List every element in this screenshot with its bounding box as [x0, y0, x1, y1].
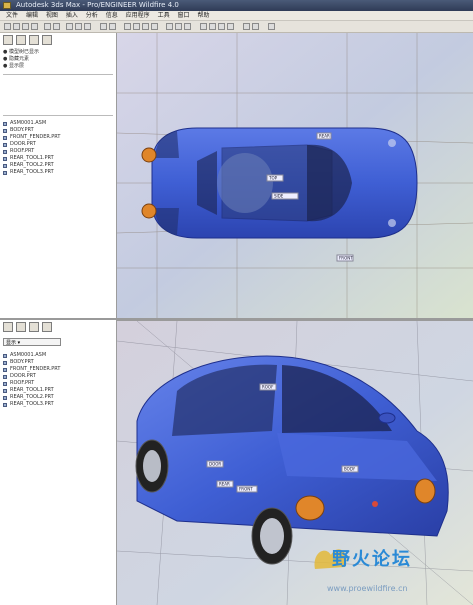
iso-view-canvas: ROOF BODY DOOR FRONT REAR 野火论坛 www.proew…	[117, 321, 473, 605]
folder-browser-tab-icon[interactable]	[16, 35, 26, 45]
tree-item[interactable]: DOOR.PRT	[0, 141, 116, 148]
menu-view[interactable]: 视图	[46, 11, 58, 20]
tree-item[interactable]: FRONT_FENDER.PRT	[0, 134, 116, 141]
csys-icon[interactable]	[227, 23, 234, 30]
hidden-line-icon[interactable]	[175, 23, 182, 30]
redo-icon[interactable]	[53, 23, 60, 30]
menu-tools[interactable]: 工具	[158, 11, 170, 20]
paste-icon[interactable]	[84, 23, 91, 30]
model-tree-tab-icon[interactable]	[3, 322, 13, 332]
undo-icon[interactable]	[44, 23, 51, 30]
tree-item[interactable]: FRONT_FENDER.PRT	[0, 366, 116, 373]
datum-label: DOOR	[209, 462, 221, 467]
datum-label: BODY	[344, 467, 356, 472]
layer-icon[interactable]	[243, 23, 250, 30]
navigator-tabs	[0, 320, 116, 336]
model-tree-panel-bottom: 显示 ▾ ASM0001.ASM BODY.PRT FRONT_FENDER.P…	[0, 320, 117, 605]
view-manager-icon[interactable]	[252, 23, 259, 30]
menu-info[interactable]: 信息	[106, 11, 118, 20]
datum-label: REAR	[219, 482, 230, 487]
tree-item-assembly[interactable]: ASM0001.ASM	[0, 120, 116, 127]
main-toolbar	[0, 21, 473, 33]
tree-item[interactable]: REAR_TOOL3.PRT	[0, 169, 116, 176]
menu-help[interactable]: 帮助	[197, 11, 209, 20]
watermark-url: www.proewildfire.cn	[327, 584, 408, 593]
datum-label: FRONT	[339, 256, 353, 261]
car-top-view[interactable]	[141, 127, 418, 239]
copy-icon[interactable]	[75, 23, 82, 30]
favorites-tab-icon[interactable]	[29, 322, 39, 332]
model-tree: ASM0001.ASM BODY.PRT FRONT_FENDER.PRT DO…	[0, 348, 116, 412]
refit-icon[interactable]	[142, 23, 149, 30]
tree-item[interactable]: BODY.PRT	[0, 359, 116, 366]
tree-item[interactable]: BODY.PRT	[0, 127, 116, 134]
datum-label: TOP	[268, 176, 278, 181]
tree-item[interactable]: REAR_TOOL2.PRT	[0, 394, 116, 401]
help-icon[interactable]	[268, 23, 275, 30]
message-line: ● 模型树已显示	[3, 49, 39, 55]
datum-plane-icon[interactable]	[200, 23, 207, 30]
viewport-bottom[interactable]: ROOF BODY DOOR FRONT REAR 野火论坛 www.proew…	[117, 321, 473, 605]
show-dropdown[interactable]: 显示 ▾	[3, 338, 61, 346]
cut-icon[interactable]	[66, 23, 73, 30]
tree-item[interactable]: DOOR.PRT	[0, 373, 116, 380]
regenerate-icon[interactable]	[100, 23, 107, 30]
window-title: Autodesk 3ds Max - Pro/ENGINEER Wildfire…	[16, 1, 179, 9]
menu-file[interactable]: 文件	[6, 11, 18, 20]
message-area: ● 模型树已显示 ● 隐藏元素 ● 显示层	[0, 47, 116, 72]
print-icon[interactable]	[31, 23, 38, 30]
datum-label: REAR	[319, 134, 330, 139]
new-icon[interactable]	[4, 23, 11, 30]
tree-item[interactable]: REAR_TOOL3.PRT	[0, 401, 116, 408]
app-icon	[3, 2, 11, 9]
tree-item[interactable]: REAR_TOOL2.PRT	[0, 162, 116, 169]
datum-axis-icon[interactable]	[209, 23, 216, 30]
shading-icon[interactable]	[166, 23, 173, 30]
save-icon[interactable]	[22, 23, 29, 30]
tree-item[interactable]: REAR_TOOL1.PRT	[0, 155, 116, 162]
model-tree-tab-icon[interactable]	[3, 35, 13, 45]
panel-gap	[3, 74, 113, 116]
open-icon[interactable]	[13, 23, 20, 30]
zoom-in-icon[interactable]	[124, 23, 131, 30]
model-tree: ASM0001.ASM BODY.PRT FRONT_FENDER.PRT DO…	[0, 118, 116, 178]
menu-bar: 文件 编辑 视图 插入 分析 信息 应用程序 工具 窗口 帮助	[0, 11, 473, 21]
connections-tab-icon[interactable]	[42, 322, 52, 332]
menu-applications[interactable]: 应用程序	[126, 11, 150, 20]
top-view-canvas: TOP SIDE REAR FRONT	[117, 33, 473, 318]
tree-item-assembly[interactable]: ASM0001.ASM	[0, 352, 116, 359]
tree-item[interactable]: ROOF.PRT	[0, 380, 116, 387]
folder-browser-tab-icon[interactable]	[16, 322, 26, 332]
datum-point-icon[interactable]	[218, 23, 225, 30]
menu-analysis[interactable]: 分析	[86, 11, 98, 20]
orient-icon[interactable]	[151, 23, 158, 30]
connections-tab-icon[interactable]	[42, 35, 52, 45]
wireframe-icon[interactable]	[184, 23, 191, 30]
zoom-out-icon[interactable]	[133, 23, 140, 30]
viewport-top[interactable]: TOP SIDE REAR FRONT	[117, 33, 473, 318]
message-line: ● 显示层	[3, 63, 24, 69]
menu-window[interactable]: 窗口	[178, 11, 190, 20]
model-tree-panel-top: ● 模型树已显示 ● 隐藏元素 ● 显示层 ASM0001.ASM BODY.P…	[0, 33, 117, 318]
search-icon[interactable]	[109, 23, 116, 30]
tree-item[interactable]: ROOF.PRT	[0, 148, 116, 155]
favorites-tab-icon[interactable]	[29, 35, 39, 45]
datum-label: FRONT	[239, 487, 253, 492]
tree-item[interactable]: REAR_TOOL1.PRT	[0, 387, 116, 394]
menu-edit[interactable]: 编辑	[26, 11, 38, 20]
navigator-tabs	[0, 33, 116, 47]
window-titlebar: Autodesk 3ds Max - Pro/ENGINEER Wildfire…	[0, 0, 473, 11]
message-line: ● 隐藏元素	[3, 56, 29, 62]
datum-label: ROOF	[262, 385, 274, 390]
menu-insert[interactable]: 插入	[66, 11, 78, 20]
watermark-text: 野火论坛	[332, 548, 412, 570]
datum-label: SIDE	[274, 194, 284, 199]
